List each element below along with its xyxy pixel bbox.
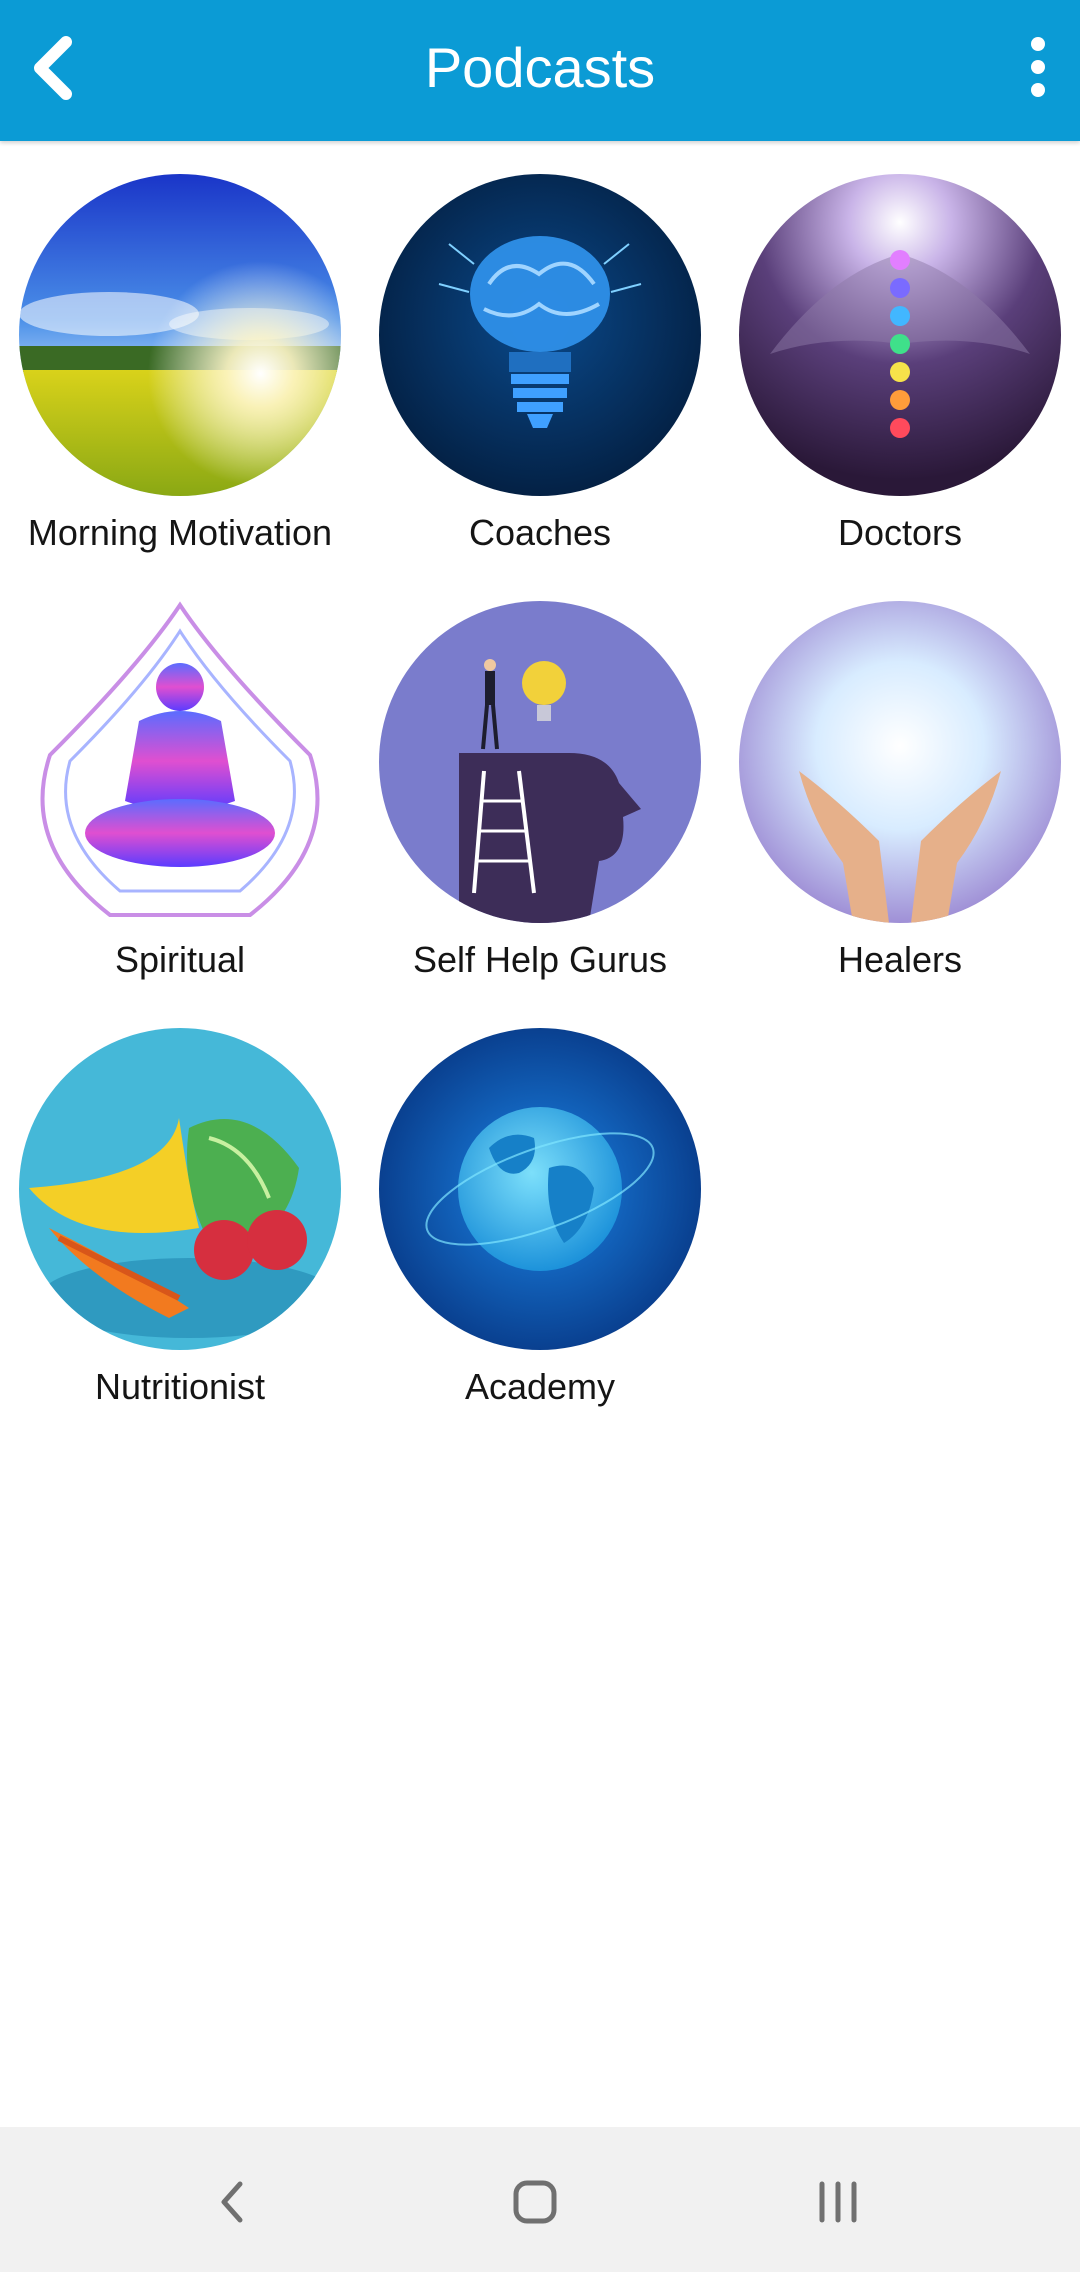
meditating-buddha-image	[19, 601, 341, 923]
category-coaches[interactable]: Coaches	[375, 174, 705, 574]
sunrise-field-image	[19, 174, 341, 496]
nav-back-button[interactable]	[192, 2162, 272, 2242]
nav-home-icon	[513, 2180, 557, 2224]
category-spiritual[interactable]: Spiritual	[15, 601, 345, 1001]
category-nutritionist[interactable]: Nutritionist	[15, 1028, 345, 1428]
category-doctors[interactable]: Doctors	[735, 174, 1065, 574]
nav-recents-icon	[819, 2181, 857, 2223]
category-self-help-gurus[interactable]: Self Help Gurus	[375, 601, 705, 1001]
category-label: Academy	[464, 1366, 616, 1407]
category-label: Doctors	[837, 512, 963, 553]
category-healers[interactable]: Healers	[735, 601, 1065, 1001]
head-ladder-lightbulb-image	[379, 601, 701, 923]
overflow-menu-button[interactable]	[982, 30, 1062, 110]
category-morning-motivation[interactable]: Morning Motivation	[15, 174, 345, 574]
category-label: Healers	[837, 939, 963, 980]
brain-lightbulb-image	[379, 174, 701, 496]
category-label: Self Help Gurus	[412, 939, 668, 980]
page-title: Podcasts	[424, 36, 656, 99]
healing-hands-image	[739, 601, 1061, 923]
chakra-angel-image	[739, 174, 1061, 496]
fruits-vegetables-image	[19, 1028, 341, 1350]
system-navigation-bar	[0, 2127, 1080, 2272]
category-label: Nutritionist	[94, 1366, 266, 1407]
nav-home-button[interactable]	[495, 2162, 575, 2242]
category-label: Coaches	[468, 512, 612, 553]
category-label: Spiritual	[114, 939, 246, 980]
app-bar: Podcasts	[0, 0, 1080, 141]
globe-image	[379, 1028, 701, 1350]
more-vertical-icon	[1031, 37, 1045, 97]
category-label: Morning Motivation	[27, 512, 333, 553]
nav-recents-button[interactable]	[798, 2162, 878, 2242]
category-academy[interactable]: Academy	[375, 1028, 705, 1428]
nav-back-icon	[221, 2181, 243, 2223]
